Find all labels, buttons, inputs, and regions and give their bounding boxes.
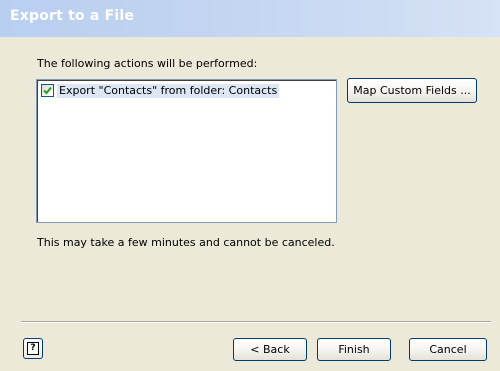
action-checkbox[interactable] bbox=[41, 84, 54, 97]
finish-button[interactable]: Finish bbox=[317, 338, 391, 361]
cancel-button[interactable]: Cancel bbox=[409, 338, 487, 361]
window-title: Export to a File bbox=[10, 8, 135, 24]
checkmark-icon bbox=[43, 86, 52, 95]
action-item[interactable]: Export "Contacts" from folder: Contacts bbox=[41, 83, 280, 98]
back-button[interactable]: < Back bbox=[233, 338, 307, 361]
title-bar[interactable]: Export to a File bbox=[0, 0, 500, 37]
map-custom-fields-button[interactable]: Map Custom Fields ... bbox=[347, 78, 477, 103]
help-button[interactable]: ? bbox=[23, 338, 43, 359]
action-label: Export "Contacts" from folder: Contacts bbox=[57, 83, 280, 98]
export-dialog: Export to a File The following actions w… bbox=[0, 0, 500, 371]
actions-list[interactable]: Export "Contacts" from folder: Contacts bbox=[36, 79, 337, 223]
footer-separator bbox=[21, 321, 491, 323]
actions-heading: The following actions will be performed: bbox=[37, 57, 258, 70]
help-icon: ? bbox=[27, 342, 39, 355]
dialog-body: The following actions will be performed:… bbox=[0, 37, 500, 371]
duration-note: This may take a few minutes and cannot b… bbox=[37, 236, 335, 249]
